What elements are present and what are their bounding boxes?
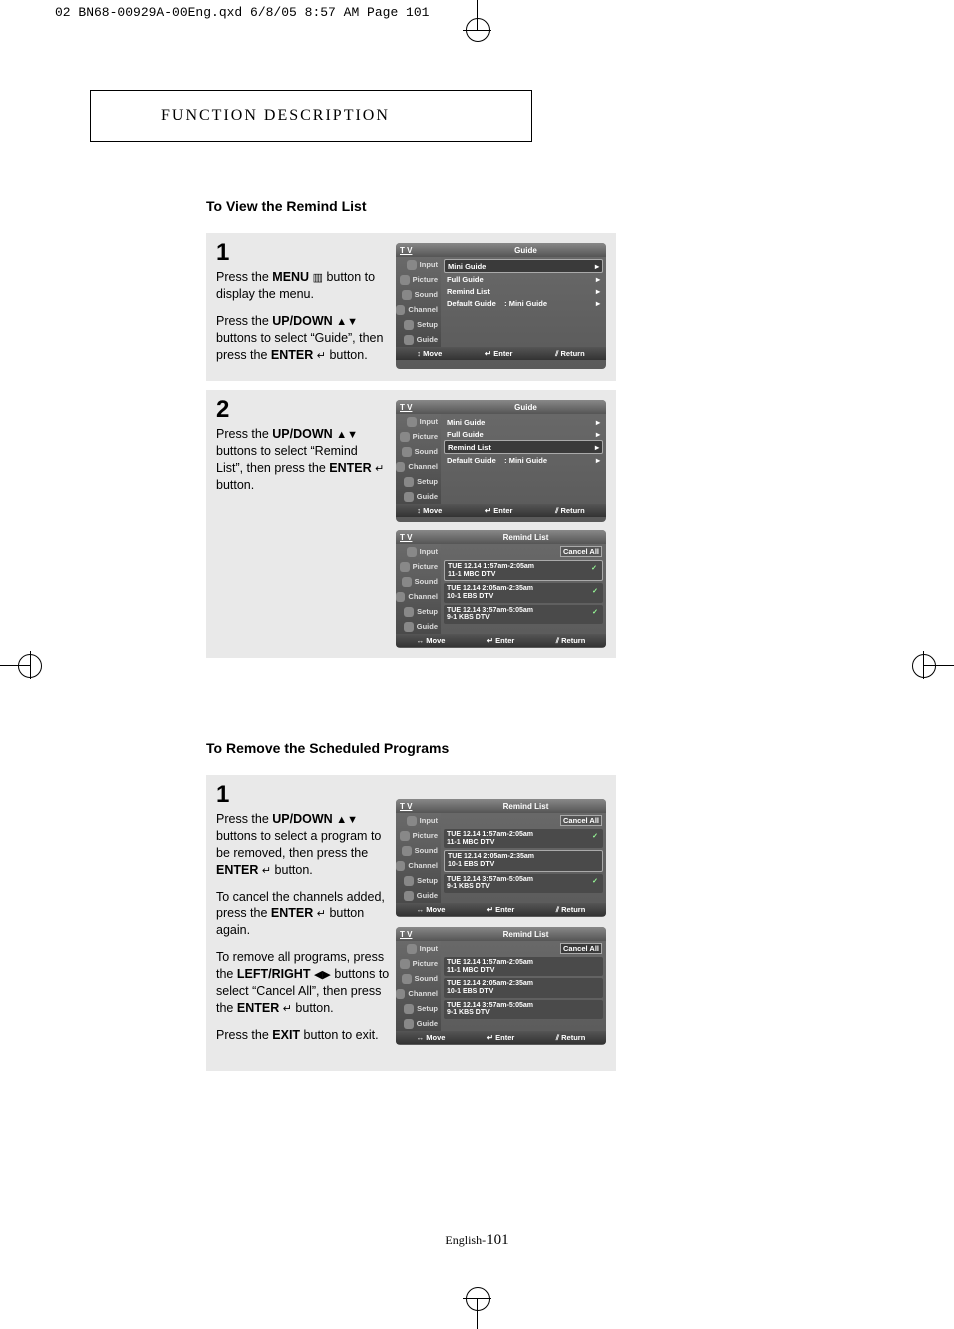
enter-icon: ↵ [283,1003,292,1015]
section-header-box: FUNCTION DESCRIPTION [90,90,532,142]
step-number: 2 [216,396,229,424]
page-number: English-101 [445,1232,508,1249]
osd-guide-2: T VGuide Input Picture Sound Channel Set… [396,400,606,522]
step-text: Press the UP/DOWN ▲▼ buttons to select a… [216,811,391,1054]
step-number: 1 [216,239,229,267]
enter-icon: ↵ [375,463,384,475]
enter-icon: ↵ [262,865,271,877]
step-panel-1: 1 Press the MENU ▥ button to display the… [206,233,616,381]
up-down-icon: ▲▼ [336,814,358,826]
print-header: 02 BN68-00929A-00Eng.qxd 6/8/05 8:57 AM … [55,5,429,20]
cancel-all-button: Cancel All [560,815,602,826]
osd-remind-list-1: T VRemind List Input Picture Sound Chann… [396,530,606,648]
step-panel-3: 1 Press the UP/DOWN ▲▼ buttons to select… [206,775,616,1071]
left-right-icon: ◀▶ [314,969,331,981]
section-header-text: FUNCTION DESCRIPTION [161,107,390,125]
step-text: Press the UP/DOWN ▲▼ buttons to select “… [216,426,386,504]
step-text: Press the MENU ▥ button to display the m… [216,269,386,373]
cancel-all-button: Cancel All [560,943,602,954]
enter-icon: ↵ [317,350,326,362]
up-down-icon: ▲▼ [336,429,358,441]
enter-icon: ↵ [317,908,326,920]
step-panel-2: 2 Press the UP/DOWN ▲▼ buttons to select… [206,390,616,658]
osd-remind-list-2: T VRemind List Input Picture Sound Chann… [396,799,606,917]
subsection-title-2: To Remove the Scheduled Programs [206,740,449,756]
cancel-all-button: Cancel All [560,546,602,557]
menu-icon: ▥ [313,272,323,284]
up-down-icon: ▲▼ [336,316,358,328]
step-number: 1 [216,781,229,809]
osd-remind-list-3: T VRemind List Input Picture Sound Chann… [396,927,606,1045]
osd-guide-1: T VGuide Input Picture Sound Channel Set… [396,243,606,369]
subsection-title-1: To View the Remind List [206,198,367,214]
